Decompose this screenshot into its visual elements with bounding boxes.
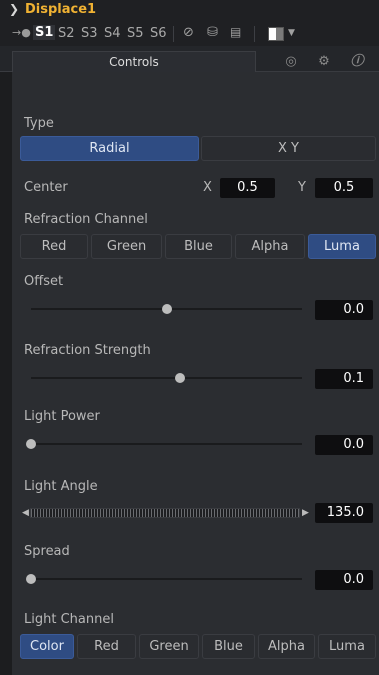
refraction-luma-button[interactable]: Luma bbox=[308, 234, 376, 259]
tab-controls[interactable]: Controls bbox=[12, 51, 256, 72]
light-channel-red-button[interactable]: Red bbox=[77, 634, 136, 659]
refraction-channel-label: Refraction Channel bbox=[24, 212, 148, 227]
toolbar-divider bbox=[173, 26, 174, 42]
spread-slider-track[interactable] bbox=[31, 578, 302, 580]
slot-s3-button[interactable]: S3 bbox=[81, 26, 98, 41]
spread-label: Spread bbox=[24, 544, 70, 559]
radio-icon[interactable]: ◎ bbox=[276, 51, 306, 72]
arrow-right-icon[interactable]: ▶ bbox=[302, 508, 309, 518]
center-y-label: Y bbox=[298, 180, 306, 195]
refraction-strength-slider-handle[interactable] bbox=[175, 373, 186, 383]
center-x-label: X bbox=[203, 180, 212, 195]
refraction-strength-label: Refraction Strength bbox=[24, 343, 151, 358]
arrow-left-icon[interactable]: ◀ bbox=[22, 508, 29, 518]
refraction-red-button[interactable]: Red bbox=[20, 234, 88, 259]
light-channel-luma-button[interactable]: Luma bbox=[318, 634, 376, 659]
light-power-slider-handle[interactable] bbox=[26, 439, 36, 449]
offset-slider-handle[interactable] bbox=[161, 304, 172, 314]
light-channel-color-button[interactable]: Color bbox=[20, 634, 74, 659]
light-channel-alpha-button[interactable]: Alpha bbox=[258, 634, 315, 659]
refraction-strength-slider-track[interactable] bbox=[31, 377, 302, 379]
toolbar-divider bbox=[254, 26, 255, 42]
light-angle-value-input[interactable]: 135.0 bbox=[315, 503, 373, 523]
light-power-slider-track[interactable] bbox=[31, 443, 302, 445]
disable-circle-icon[interactable]: ⊘ bbox=[183, 25, 194, 40]
refraction-alpha-button[interactable]: Alpha bbox=[235, 234, 305, 259]
light-power-value-input[interactable]: 0.0 bbox=[315, 435, 373, 455]
center-y-input[interactable]: 0.5 bbox=[315, 178, 373, 198]
pin-icon[interactable]: →● bbox=[12, 26, 31, 39]
light-power-label: Light Power bbox=[24, 409, 100, 424]
refraction-strength-value-input[interactable]: 0.1 bbox=[315, 369, 373, 389]
type-radial-button[interactable]: Radial bbox=[20, 136, 199, 161]
slot-s6-button[interactable]: S6 bbox=[150, 26, 167, 41]
center-label: Center bbox=[24, 180, 68, 195]
node-header: ❯ Displace1 bbox=[0, 0, 379, 22]
light-angle-label: Light Angle bbox=[24, 479, 98, 494]
type-xy-button[interactable]: X Y bbox=[201, 136, 376, 161]
lock-icon[interactable]: ⛁ bbox=[207, 25, 218, 40]
info-icon[interactable]: ⓘ bbox=[342, 51, 372, 72]
color-swatch-icon[interactable] bbox=[268, 27, 284, 41]
node-toolbar: →● S1 S2 S3 S4 S5 S6 ⊘ ⛁ ▤ ▼ bbox=[0, 22, 379, 46]
spread-value-input[interactable]: 0.0 bbox=[315, 570, 373, 590]
offset-value-input[interactable]: 0.0 bbox=[315, 300, 373, 320]
spread-slider-handle[interactable] bbox=[26, 574, 36, 584]
light-angle-thumbwheel[interactable] bbox=[30, 508, 300, 518]
save-icon[interactable]: ▤ bbox=[230, 25, 241, 39]
refraction-green-button[interactable]: Green bbox=[91, 234, 162, 259]
offset-label: Offset bbox=[24, 274, 64, 289]
chevron-down-icon[interactable]: ▼ bbox=[288, 28, 295, 38]
light-channel-label: Light Channel bbox=[24, 612, 114, 627]
slot-s4-button[interactable]: S4 bbox=[104, 26, 121, 41]
slot-s1-button[interactable]: S1 bbox=[33, 25, 56, 40]
light-channel-green-button[interactable]: Green bbox=[139, 634, 199, 659]
light-channel-blue-button[interactable]: Blue bbox=[202, 634, 255, 659]
refraction-blue-button[interactable]: Blue bbox=[165, 234, 232, 259]
slot-s2-button[interactable]: S2 bbox=[58, 26, 75, 41]
chevron-down-icon[interactable]: ❯ bbox=[9, 2, 19, 16]
type-label: Type bbox=[24, 116, 54, 131]
gear-icon[interactable]: ⚙ bbox=[309, 51, 339, 72]
center-x-input[interactable]: 0.5 bbox=[220, 178, 275, 198]
node-title[interactable]: Displace1 bbox=[25, 2, 96, 17]
slot-s5-button[interactable]: S5 bbox=[127, 26, 144, 41]
